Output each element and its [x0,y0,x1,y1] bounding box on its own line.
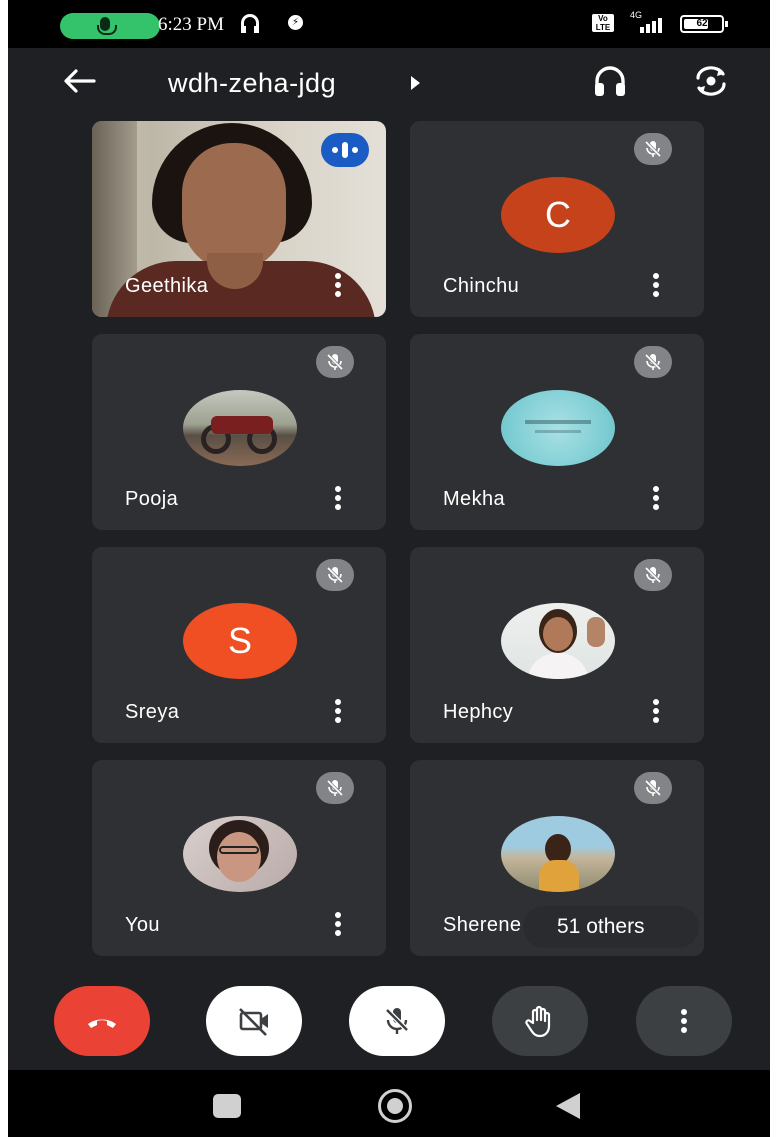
more-options-button[interactable] [636,986,732,1056]
end-call-button[interactable] [54,986,150,1056]
battery-level: 62 [696,18,708,29]
battery-icon: 62 [680,15,728,33]
more-options-icon[interactable] [646,269,666,301]
participant-tile[interactable]: Geethika [92,121,386,317]
avatar [183,390,297,466]
more-options-icon[interactable] [646,482,666,514]
mic-off-icon [634,346,672,378]
more-options-icon [681,1009,687,1033]
volte-icon: Vo LTE [592,14,614,32]
participant-tile[interactable]: You [92,760,386,956]
participant-tile[interactable]: Mekha [410,334,704,530]
status-time: 6:23 PM [158,14,224,35]
microphone-icon [97,17,117,35]
network-type: 4G [630,10,643,20]
mic-off-icon [634,133,672,165]
quote-photo [525,420,591,424]
chevron-right-icon[interactable] [411,76,420,90]
signal-icon: 4G [620,10,670,36]
back-triangle-icon[interactable] [556,1093,580,1119]
system-nav-bar [8,1070,770,1137]
mic-off-icon [316,559,354,591]
avatar [501,816,615,892]
mic-off-icon [634,772,672,804]
avatar-initial: C [545,194,571,235]
more-options-icon[interactable] [328,482,348,514]
phone-screen: 6:23 PM ⚡ Vo LTE 4G 62 wdh-zeha-jdg Geet… [8,0,770,1137]
participant-tile[interactable]: Pooja [92,334,386,530]
mic-off-icon [634,559,672,591]
participant-tile[interactable]: C Chinchu [410,121,704,317]
avatar [501,390,615,466]
more-options-icon[interactable] [328,695,348,727]
avatar-initial: S [227,620,252,661]
raise-hand-button[interactable] [492,986,588,1056]
participant-name: Sreya [125,701,180,723]
camera-toggle-button[interactable] [206,986,302,1056]
meeting-header: wdh-zeha-jdg [8,48,770,114]
headphones-icon[interactable] [592,64,628,98]
participant-name: Chinchu [443,275,520,297]
back-arrow-icon[interactable] [62,67,96,95]
mic-off-icon [316,772,354,804]
end-call-icon [88,1019,116,1028]
participant-name: Pooja [125,488,179,510]
participant-name: Geethika [125,275,209,297]
raise-hand-icon [525,1005,551,1038]
others-count-chip[interactable]: 51 others [523,906,699,948]
avatar [501,603,615,679]
mic-toggle-button[interactable] [349,986,445,1056]
status-bar: 6:23 PM ⚡ Vo LTE 4G 62 [8,0,770,48]
meeting-code[interactable]: wdh-zeha-jdg [168,68,336,99]
participant-name: Hephcy [443,701,514,723]
shield-status-icon: ⚡ [288,15,303,30]
more-options-icon[interactable] [328,269,348,301]
speaking-indicator-icon [321,133,369,167]
headphone-status-icon [241,14,259,33]
recents-icon[interactable] [213,1094,241,1118]
participant-tile[interactable]: S Sreya [92,547,386,743]
mic-in-use-indicator [60,13,160,39]
avatar [183,816,297,892]
home-icon[interactable] [378,1089,412,1123]
more-options-icon[interactable] [646,695,666,727]
switch-camera-icon[interactable] [692,64,730,98]
speaker-face [182,143,286,271]
participant-name: You [125,914,160,936]
avatar: S [183,603,297,679]
mic-off-icon [316,346,354,378]
mic-off-icon [385,1008,409,1034]
participant-name: Sherene [443,914,522,936]
more-options-icon[interactable] [328,908,348,940]
participant-tile[interactable]: Hephcy [410,547,704,743]
participant-name: Mekha [443,488,506,510]
camera-off-icon [239,1008,268,1036]
avatar: C [501,177,615,253]
